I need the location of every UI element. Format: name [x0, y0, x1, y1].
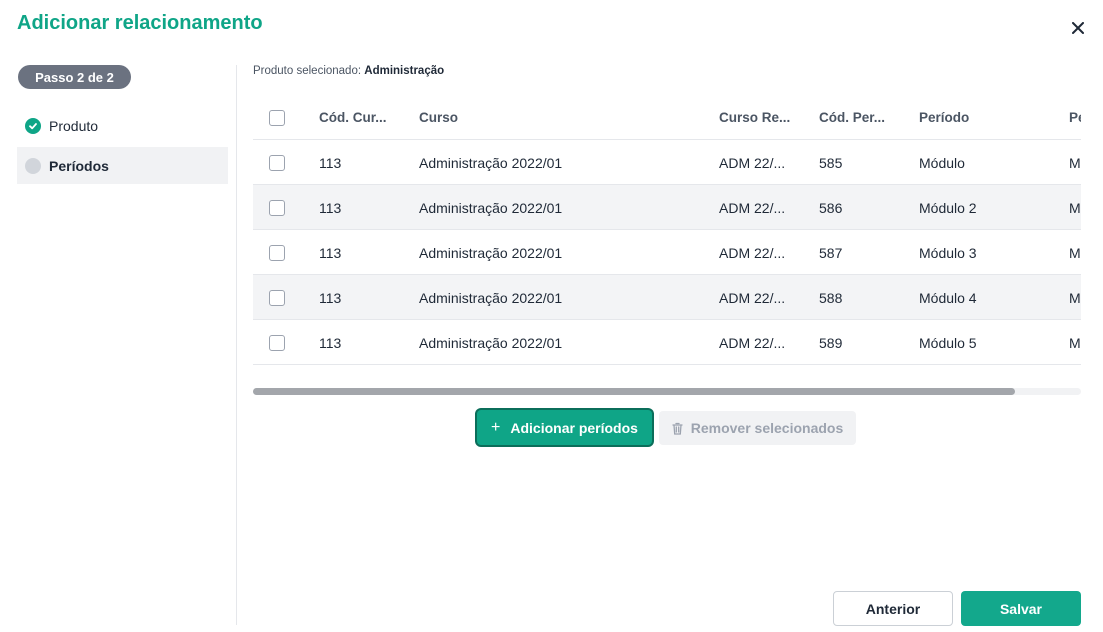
circle-icon [25, 157, 41, 174]
table-cell: Administração 2022/01 [419, 244, 563, 261]
table-row: 113 Administração 2022/01 ADM 22/... 587… [253, 230, 1081, 275]
table-cell: ADM 22/... [719, 289, 786, 306]
column-header[interactable]: Pe [1069, 95, 1081, 140]
table-row: 113 Administração 2022/01 ADM 22/... 586… [253, 185, 1081, 230]
trash-icon [672, 422, 683, 435]
periods-table: Cód. Cur... Curso Curso Re... Cód. Per..… [253, 95, 1081, 366]
select-all-checkbox[interactable] [269, 109, 285, 126]
table-cell: Administração 2022/01 [419, 199, 563, 216]
save-button[interactable]: Salvar [961, 591, 1081, 626]
sidebar-item-label: Períodos [49, 157, 109, 174]
table-cell: 586 [819, 199, 843, 216]
table-row: 113 Administração 2022/01 ADM 22/... 589… [253, 320, 1081, 365]
table-cell: M [1069, 244, 1081, 261]
table-cell: 113 [319, 289, 342, 306]
horizontal-scrollbar[interactable] [253, 388, 1081, 395]
previous-button[interactable]: Anterior [833, 591, 953, 626]
table-cell: M [1069, 154, 1081, 171]
sidebar-item-periodos[interactable]: Períodos [17, 147, 228, 184]
table-cell: ADM 22/... [719, 154, 786, 171]
table-cell: 113 [319, 244, 342, 261]
scrollbar-thumb[interactable] [253, 388, 1015, 395]
sidebar-item-label: Produto [49, 117, 99, 134]
add-periods-button[interactable]: + Adicionar períodos [477, 410, 652, 445]
table-cell: ADM 22/... [719, 244, 786, 261]
column-header[interactable]: Cód. Per... [819, 95, 885, 140]
add-periods-label: Adicionar períodos [510, 419, 638, 436]
selected-product-label: Produto selecionado: [253, 65, 362, 77]
check-circle-icon [25, 117, 41, 134]
table-cell: 589 [819, 334, 843, 351]
table-cell: M [1069, 289, 1081, 306]
table-cell: 587 [819, 244, 843, 261]
row-checkbox[interactable] [269, 199, 285, 216]
step-badge: Passo 2 de 2 [18, 65, 131, 89]
table-cell: Módulo 3 [919, 244, 977, 261]
row-checkbox[interactable] [269, 289, 285, 306]
table-cell: Módulo 4 [919, 289, 977, 306]
remove-selected-button[interactable]: Remover selecionados [659, 411, 856, 445]
column-header[interactable]: Curso Re... [719, 95, 790, 140]
sidebar-item-produto[interactable]: Produto [17, 107, 228, 144]
selected-product: Produto selecionado: Administração [253, 65, 444, 77]
close-icon [1072, 22, 1084, 34]
table-cell: 113 [319, 334, 342, 351]
table-row: 113 Administração 2022/01 ADM 22/... 588… [253, 275, 1081, 320]
table-cell: ADM 22/... [719, 199, 786, 216]
table-cell: Módulo 5 [919, 334, 977, 351]
table-cell: M [1069, 199, 1081, 216]
table-cell: Módulo 2 [919, 199, 977, 216]
column-header[interactable]: Cód. Cur... [319, 95, 387, 140]
table-cell: Módulo [919, 154, 965, 171]
table-cell: Administração 2022/01 [419, 289, 563, 306]
table-cell: 113 [319, 199, 342, 216]
plus-icon: + [491, 418, 501, 436]
table-cell: 588 [819, 289, 843, 306]
row-checkbox[interactable] [269, 244, 285, 261]
column-header[interactable]: Período [919, 95, 969, 140]
selected-product-value: Administração [364, 65, 445, 77]
row-checkbox[interactable] [269, 334, 285, 351]
column-header[interactable]: Curso [419, 95, 458, 140]
table-cell: ADM 22/... [719, 334, 786, 351]
dialog-title: Adicionar relacionamento [17, 12, 263, 34]
row-checkbox[interactable] [269, 154, 285, 171]
table-cell: Administração 2022/01 [419, 334, 563, 351]
table-cell: 113 [319, 154, 342, 171]
table-row: 113 Administração 2022/01 ADM 22/... 585… [253, 140, 1081, 185]
table-cell: M [1069, 334, 1081, 351]
table-cell: Administração 2022/01 [419, 154, 563, 171]
table-cell: 585 [819, 154, 843, 171]
table-header: Cód. Cur... Curso Curso Re... Cód. Per..… [253, 95, 1081, 140]
remove-selected-label: Remover selecionados [690, 420, 844, 436]
divider [236, 65, 237, 625]
close-button[interactable] [1068, 18, 1088, 38]
